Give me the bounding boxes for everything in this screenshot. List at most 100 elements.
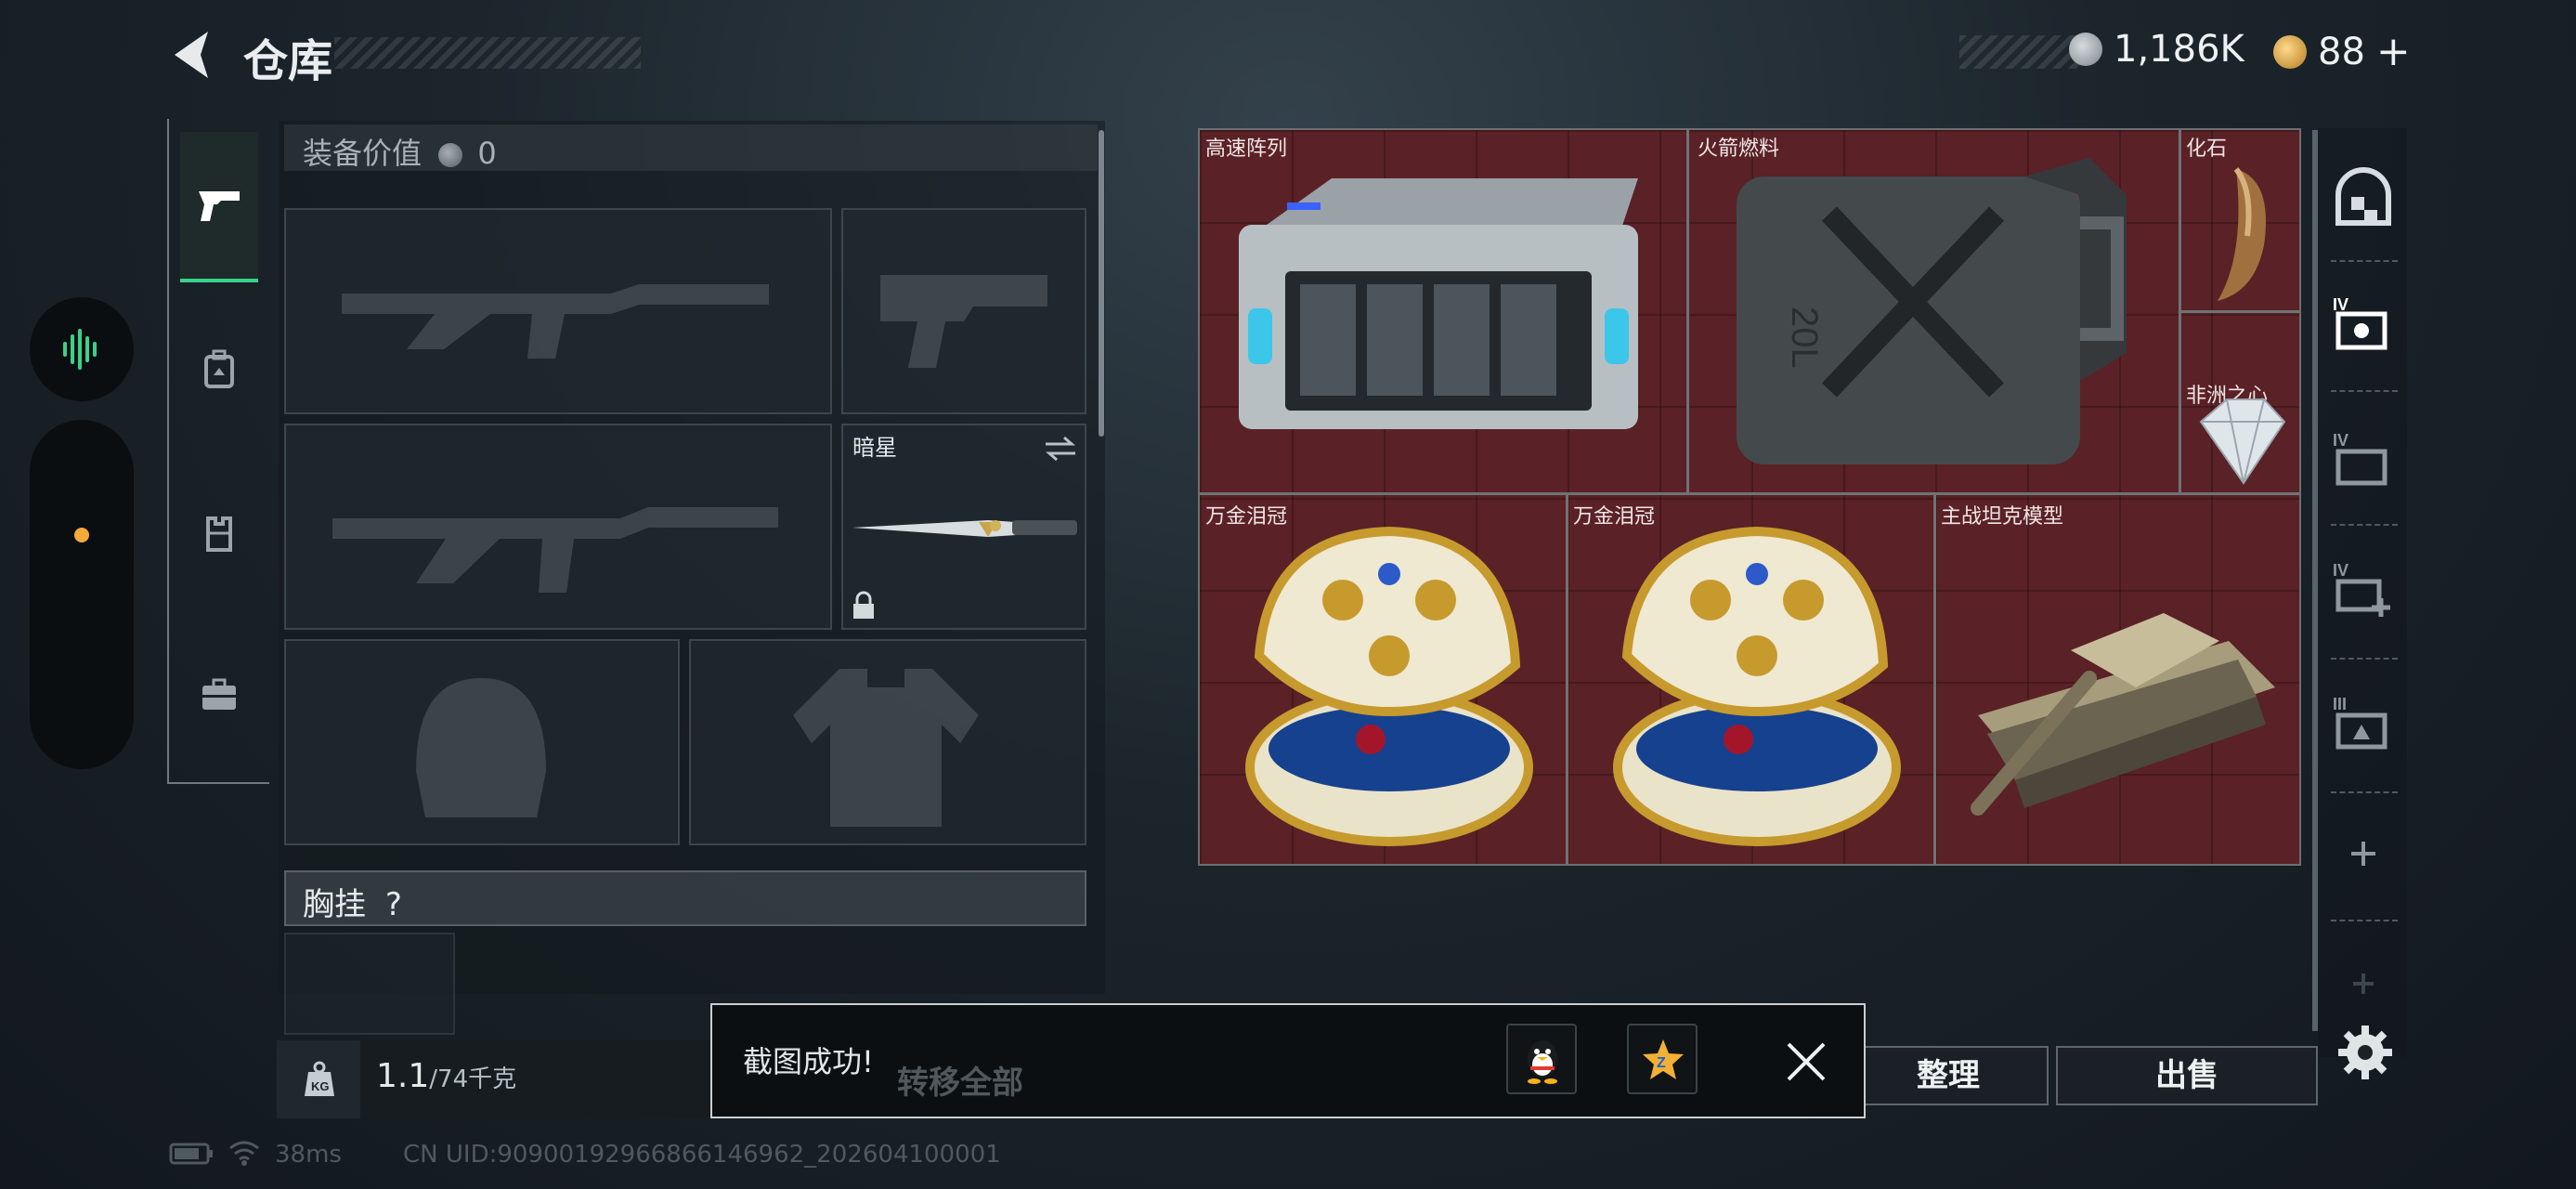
stash-tab-iii-icon[interactable]: III — [2331, 691, 2396, 756]
gold-currency: 88 + — [2273, 28, 2411, 75]
item-name: 化石 — [2186, 137, 2228, 161]
jeweled-egg-icon[interactable] — [1231, 516, 1547, 851]
transfer-all-button[interactable]: 转移全部 — [897, 1057, 1023, 1103]
tab-divider — [2331, 791, 2398, 793]
pistol-slot[interactable] — [841, 208, 1086, 414]
item-divider — [2180, 310, 2301, 313]
title-decoration — [334, 37, 641, 69]
fuel-canister-icon[interactable]: 20L — [1718, 139, 2154, 483]
voice-wave-icon — [63, 329, 97, 370]
gold-coin-icon — [2273, 34, 2307, 69]
stash-tab-iv-selected-icon[interactable]: IV — [2331, 292, 2396, 357]
item-name: 高速阵列 — [1205, 137, 1288, 161]
secondary-weapon-slot[interactable] — [284, 424, 832, 630]
tab-briefcase[interactable] — [197, 673, 241, 717]
notification-dot — [74, 528, 89, 542]
stash-tab-iv-folder-icon[interactable]: IV — [2331, 427, 2396, 492]
uid-readout: CN UID:9090019296686614​6962_20260410000… — [403, 1141, 1001, 1169]
weight-max: /74千克 — [429, 1065, 517, 1093]
carry-weight: 1.1/74千克 — [376, 1057, 516, 1095]
currency-decoration — [1959, 35, 2080, 69]
weight-badge: KG — [277, 1040, 360, 1118]
rifle-silhouette-icon — [332, 507, 778, 593]
weight-current: 1.1 — [376, 1057, 430, 1095]
settings-gear-icon[interactable] — [2336, 1024, 2394, 1081]
rifle-silhouette-icon — [342, 284, 769, 359]
chest-rig-label: 胸挂 — [303, 886, 366, 923]
add-gold-button[interactable]: + — [2376, 28, 2411, 75]
tab-weapons[interactable] — [180, 132, 258, 282]
qq-penguin-icon — [1528, 1040, 1557, 1084]
tank-model-icon[interactable] — [1950, 529, 2294, 836]
sell-button[interactable]: 出售 — [2056, 1046, 2318, 1105]
jeweled-egg-icon[interactable] — [1599, 516, 1915, 851]
item-divider — [1933, 494, 1936, 864]
pistol-icon — [199, 191, 240, 221]
help-icon[interactable]: ? — [385, 886, 402, 923]
silver-currency: 1,186K — [2069, 28, 2244, 71]
equipment-scrollbar[interactable] — [1099, 130, 1104, 437]
chest-rig-heading: 胸挂 ? — [303, 879, 402, 924]
diamond-icon[interactable] — [2193, 394, 2290, 487]
svg-text:IV: IV — [2333, 431, 2348, 450]
tab-divider — [2331, 390, 2398, 392]
silver-coin-icon — [2069, 33, 2102, 66]
ping-readout: 38ms — [275, 1141, 342, 1169]
page-title: 仓库 — [243, 35, 333, 87]
server-array-icon[interactable] — [1229, 169, 1657, 466]
silver-coin-icon — [438, 143, 463, 167]
close-icon[interactable] — [1783, 1039, 1829, 1085]
voice-button[interactable] — [30, 297, 134, 401]
stash-tab-iv-add-icon[interactable]: IV — [2331, 557, 2396, 622]
battery-icon — [169, 1143, 213, 1165]
svg-text:IV: IV — [2333, 295, 2348, 314]
chest-rig-slot[interactable] — [284, 933, 455, 1035]
chest-rig-bar — [284, 870, 1086, 926]
equipment-value-label: 装备价值 — [303, 136, 423, 171]
helmet-silhouette-icon — [416, 678, 546, 817]
qzone-star-icon: Z — [1643, 1039, 1684, 1079]
pistol-silhouette-icon — [880, 275, 1047, 368]
fuel-can-text: 20L — [1784, 307, 1825, 369]
wifi-icon — [229, 1141, 259, 1166]
tab-vest[interactable] — [197, 511, 241, 555]
fossil-claw-icon[interactable] — [2208, 162, 2283, 307]
knife-icon — [852, 520, 1077, 537]
helmet-slot[interactable] — [284, 639, 680, 845]
armor-silhouette-icon — [793, 669, 979, 827]
kg-weight-icon: KG — [305, 1061, 334, 1096]
lock-icon — [853, 591, 874, 619]
svg-text:IV: IV — [2333, 561, 2348, 580]
svg-text:III: III — [2333, 695, 2347, 713]
share-qzone-button[interactable]: Z — [1627, 1024, 1698, 1094]
floating-menu[interactable] — [30, 420, 134, 769]
tab-divider — [2331, 524, 2398, 526]
equipment-value-number: 0 — [477, 136, 497, 171]
primary-weapon-slot[interactable] — [284, 208, 832, 414]
item-divider — [1686, 130, 1689, 492]
melee-slot[interactable]: 暗星 — [841, 424, 1086, 630]
toast-message: 截图成功! — [743, 1044, 874, 1079]
melee-name: 暗星 — [852, 435, 897, 461]
sort-button[interactable]: 整理 — [1848, 1046, 2049, 1105]
add-stash-tab-icon[interactable] — [2349, 840, 2377, 868]
item-divider — [1200, 492, 2301, 495]
tab-divider — [2331, 920, 2398, 921]
tab-divider — [2331, 260, 2398, 262]
item-name: 主战坦克模型 — [1941, 505, 2064, 529]
svg-text:KG: KG — [311, 1079, 330, 1093]
back-arrow-icon[interactable] — [167, 28, 215, 82]
share-qq-button[interactable] — [1506, 1024, 1577, 1094]
armor-slot[interactable] — [689, 639, 1086, 845]
silver-amount: 1,186K — [2114, 28, 2244, 71]
tab-backpack[interactable] — [197, 347, 241, 392]
svg-text:Z: Z — [1657, 1055, 1666, 1071]
tab-divider — [2331, 658, 2398, 660]
stash-overview-icon[interactable] — [2331, 167, 2396, 232]
swap-icon[interactable] — [1042, 435, 1079, 463]
stash-scrollbar-thumb[interactable] — [2312, 130, 2318, 1031]
gold-amount: 88 — [2318, 30, 2365, 73]
equipment-value: 装备价值 0 — [303, 130, 497, 173]
item-divider — [1566, 494, 1568, 864]
add-stash-tab-icon[interactable] — [2351, 972, 2375, 996]
